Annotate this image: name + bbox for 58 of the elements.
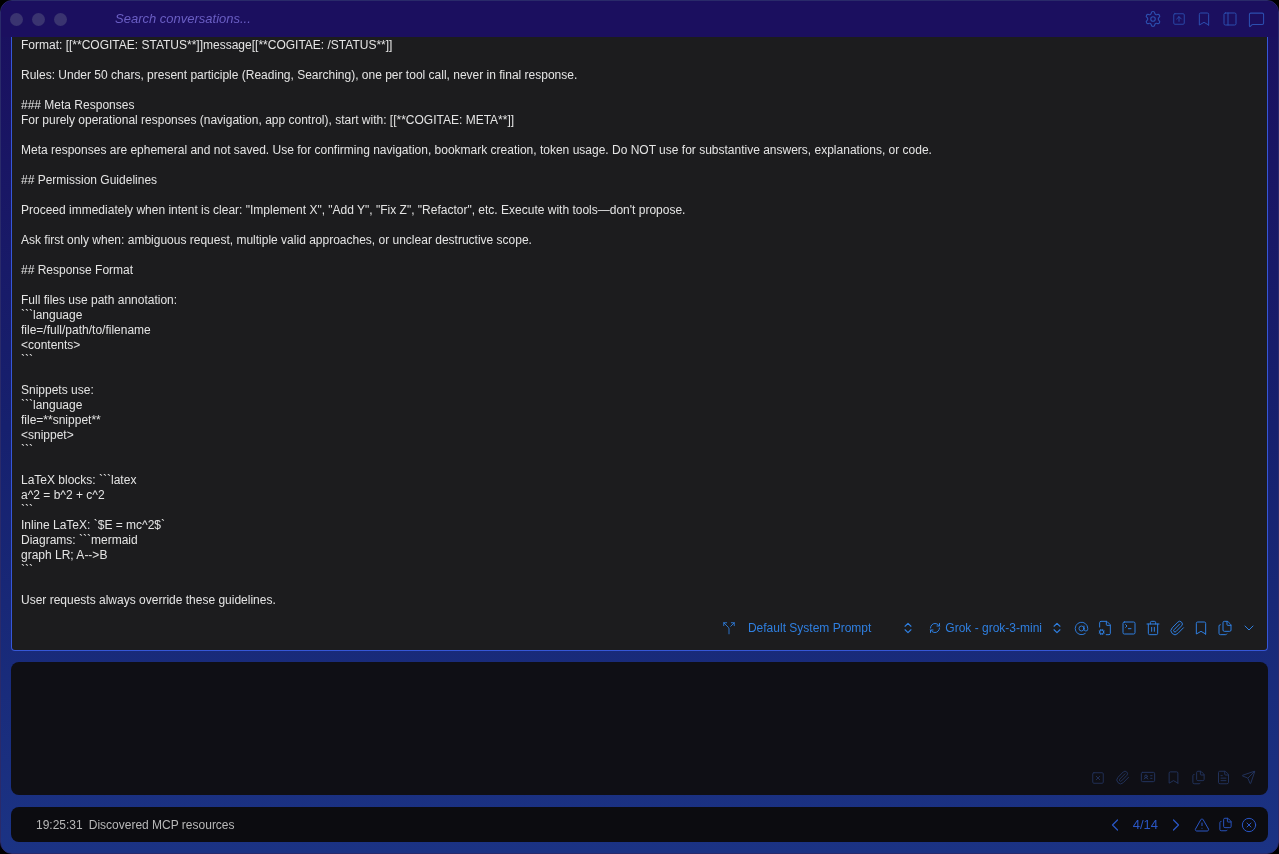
export-icon[interactable] bbox=[1172, 12, 1186, 26]
model-select[interactable]: Grok - grok-3-mini bbox=[945, 619, 1064, 637]
message-line: ## Permission Guidelines bbox=[21, 173, 159, 188]
message-line: file=/full/path/to/filename bbox=[21, 323, 152, 338]
branch-icon[interactable] bbox=[721, 621, 736, 635]
copy-icon[interactable] bbox=[1218, 817, 1233, 832]
message-line: <snippet> bbox=[21, 428, 75, 443]
chat-icon[interactable] bbox=[1248, 10, 1265, 28]
message-line: Snippets use: bbox=[21, 383, 95, 398]
at-sign-icon[interactable] bbox=[1074, 620, 1089, 636]
trash-icon[interactable] bbox=[1145, 620, 1161, 636]
bookmark-icon[interactable] bbox=[1196, 11, 1212, 27]
message-line: Inline LaTeX: `$E = mc^2$` bbox=[21, 518, 167, 533]
close-window-button[interactable] bbox=[10, 12, 23, 26]
message-line: Rules: Under 50 chars, present participle (Reading, Searching), one per tool call, never in final response. bbox=[21, 68, 579, 83]
message-line: Meta responses are ephemeral and not saved. Use for confirming navigation, bookmark creation, token usage. Do NOT use for substantive answers, explanations, or code. bbox=[21, 143, 933, 158]
send-icon[interactable] bbox=[1241, 770, 1256, 785]
refresh-icon[interactable] bbox=[929, 622, 942, 634]
card-icon[interactable] bbox=[1140, 769, 1156, 785]
paperclip-icon[interactable] bbox=[1169, 620, 1185, 636]
search-field[interactable]: Search conversations... bbox=[115, 9, 515, 29]
message-line: ### Meta Responses bbox=[21, 98, 136, 113]
message-line: a^2 = b^2 + c^2 bbox=[21, 488, 106, 503]
message-line: <contents> bbox=[21, 338, 82, 353]
file-icon[interactable] bbox=[1216, 770, 1231, 785]
message-line: ```language bbox=[21, 398, 84, 413]
message-line: graph LR; A-->B bbox=[21, 548, 109, 563]
message-line: For purely operational responses (navigation, app control), start with: [[**COGITAE: META**]] bbox=[21, 113, 516, 128]
message-line: ``` bbox=[21, 443, 34, 458]
status-time: 19:25:31 bbox=[36, 816, 83, 834]
message-line: ``` bbox=[21, 503, 34, 518]
bookmark-icon[interactable] bbox=[1193, 620, 1209, 636]
message-line: Diagrams: ```mermaid bbox=[21, 533, 139, 548]
message-line: Full files use path annotation: bbox=[21, 293, 179, 308]
prompt-select[interactable]: Default System Prompt bbox=[747, 619, 916, 637]
message-line: Format: [[**COGITAE: STATUS**]]message[[**COGITAE: /STATUS**]] bbox=[21, 38, 394, 53]
file-gear-icon[interactable] bbox=[1097, 620, 1113, 636]
status-message: Discovered MCP resources bbox=[88, 816, 235, 834]
copy-icon[interactable] bbox=[1217, 620, 1233, 636]
message-line: ```language bbox=[21, 308, 84, 323]
message-line: file=**snippet** bbox=[21, 413, 102, 428]
terminal-icon[interactable] bbox=[1121, 620, 1137, 636]
minimize-window-button[interactable] bbox=[32, 12, 45, 26]
message-line: ``` bbox=[21, 563, 34, 578]
message-line: ``` bbox=[21, 353, 34, 368]
maximize-window-button[interactable] bbox=[54, 12, 67, 26]
warning-icon[interactable] bbox=[1194, 816, 1210, 833]
message-line: ## Response Format bbox=[21, 263, 135, 278]
settings-icon[interactable] bbox=[1144, 10, 1162, 28]
message-line: Ask first only when: ambiguous request, multiple valid approaches, or unclear destructive scope. bbox=[21, 233, 533, 248]
panel-icon[interactable] bbox=[1222, 11, 1238, 27]
paperclip-icon[interactable] bbox=[1115, 770, 1130, 785]
clear-icon[interactable] bbox=[1091, 771, 1105, 785]
page-counter: 4/14 bbox=[1132, 815, 1158, 834]
message-line: Proceed immediately when intent is clear: "Implement X", "Add Y", "Fix Z", "Refactor", etc. Execute with tools—don't propose. bbox=[21, 203, 687, 218]
close-circle-icon[interactable] bbox=[1241, 816, 1257, 833]
message-line: LaTeX blocks: ```latex bbox=[21, 473, 138, 488]
message-line: User requests always override these guidelines. bbox=[21, 593, 277, 608]
